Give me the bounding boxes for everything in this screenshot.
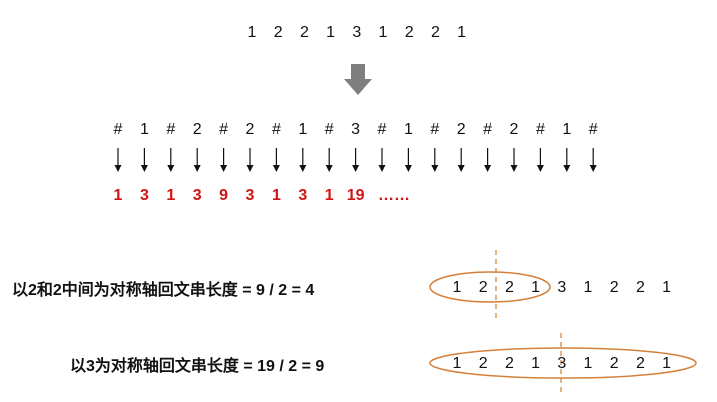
example2-sequence-item: 2 [635,355,645,372]
example2-sequence-item: 3 [557,355,567,372]
example2-sequence-item: 1 [452,355,462,372]
example2-sequence-item: 2 [478,355,488,372]
example2-sequence-item: 2 [609,355,619,372]
example2-sequence-item: 1 [531,355,541,372]
example2-sequence-item: 2 [504,355,514,372]
example2-sequence-item: 1 [583,355,593,372]
example2-sequence-item: 1 [662,355,672,372]
example2-sequence: 122131221 [0,0,717,402]
diagram: 122131221 #1 #2 #2 #1 #3 #1 #2 #2 #1 # 1313931311… [0,0,717,402]
